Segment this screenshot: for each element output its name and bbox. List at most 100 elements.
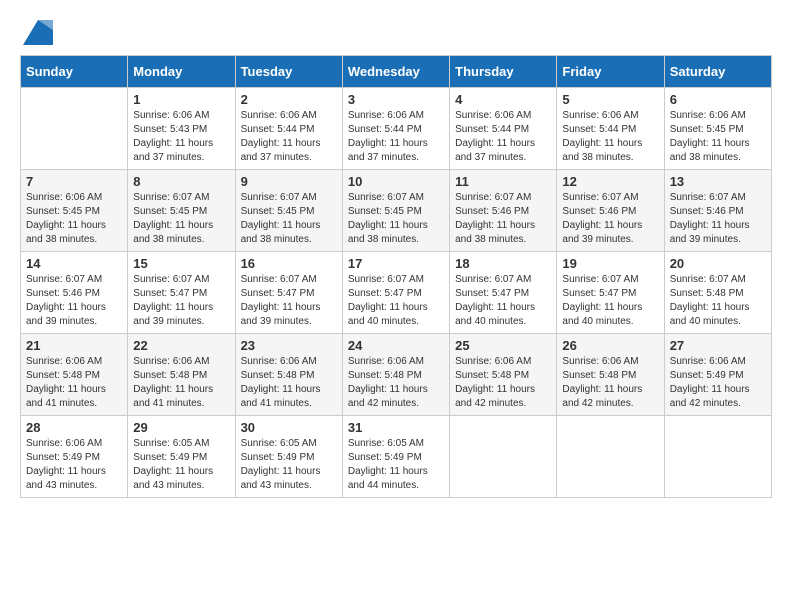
day-number: 8 — [133, 174, 229, 189]
day-number: 17 — [348, 256, 444, 271]
table-row: 22Sunrise: 6:06 AMSunset: 5:48 PMDayligh… — [128, 334, 235, 416]
day-number: 30 — [241, 420, 337, 435]
day-number: 13 — [670, 174, 766, 189]
day-number: 24 — [348, 338, 444, 353]
day-number: 9 — [241, 174, 337, 189]
day-info: Sunrise: 6:07 AMSunset: 5:47 PMDaylight:… — [455, 273, 551, 329]
day-info: Sunrise: 6:06 AMSunset: 5:48 PMDaylight:… — [455, 355, 551, 411]
day-info: Sunrise: 6:07 AMSunset: 5:45 PMDaylight:… — [133, 191, 229, 247]
table-row: 14Sunrise: 6:07 AMSunset: 5:46 PMDayligh… — [21, 252, 128, 334]
day-info: Sunrise: 6:05 AMSunset: 5:49 PMDaylight:… — [348, 437, 444, 493]
day-info: Sunrise: 6:07 AMSunset: 5:46 PMDaylight:… — [670, 191, 766, 247]
table-row — [21, 88, 128, 170]
table-row: 25 Sunrise: 6:06 AMSunset: 5:48 PMDayligh… — [450, 334, 557, 416]
logo — [20, 20, 53, 45]
table-row — [450, 416, 557, 498]
table-row: 19 Sunrise: 6:07 AMSunset: 5:47 PMDayligh… — [557, 252, 664, 334]
day-number: 23 — [241, 338, 337, 353]
day-number: 20 — [670, 256, 766, 271]
day-number: 7 — [26, 174, 122, 189]
day-info: Sunrise: 6:07 AMSunset: 5:46 PMDaylight:… — [562, 191, 658, 247]
day-number: 22 — [133, 338, 229, 353]
day-info: Sunrise: 6:06 AMSunset: 5:48 PMDaylight:… — [562, 355, 658, 411]
day-number: 19 — [562, 256, 658, 271]
day-number: 14 — [26, 256, 122, 271]
table-row: 1 Sunrise: 6:06 AMSunset: 5:43 PMDaylight… — [128, 88, 235, 170]
table-row: 10 Sunrise: 6:07 AMSunset: 5:45 PMDayligh… — [342, 170, 449, 252]
table-row: 16 Sunrise: 6:07 AMSunset: 5:47 PMDayligh… — [235, 252, 342, 334]
calendar-week-row: 1 Sunrise: 6:06 AMSunset: 5:43 PMDaylight… — [21, 88, 772, 170]
day-info: Sunrise: 6:07 AMSunset: 5:47 PMDaylight:… — [133, 273, 229, 329]
calendar-week-row: 14Sunrise: 6:07 AMSunset: 5:46 PMDayligh… — [21, 252, 772, 334]
day-info: Sunrise: 6:07 AMSunset: 5:47 PMDaylight:… — [562, 273, 658, 329]
table-row: 29Sunrise: 6:05 AMSunset: 5:49 PMDayligh… — [128, 416, 235, 498]
day-info: Sunrise: 6:06 AMSunset: 5:44 PMDaylight:… — [241, 109, 337, 165]
table-row: 11Sunrise: 6:07 AMSunset: 5:46 PMDayligh… — [450, 170, 557, 252]
day-info: Sunrise: 6:06 AMSunset: 5:44 PMDaylight:… — [348, 109, 444, 165]
table-row: 2Sunrise: 6:06 AMSunset: 5:44 PMDaylight… — [235, 88, 342, 170]
table-row: 4 Sunrise: 6:06 AMSunset: 5:44 PMDaylight… — [450, 88, 557, 170]
day-info: Sunrise: 6:06 AMSunset: 5:43 PMDaylight:… — [133, 109, 229, 165]
day-number: 10 — [348, 174, 444, 189]
day-info: Sunrise: 6:06 AMSunset: 5:49 PMDaylight:… — [26, 437, 122, 493]
table-row: 8 Sunrise: 6:07 AMSunset: 5:45 PMDaylight… — [128, 170, 235, 252]
day-number: 28 — [26, 420, 122, 435]
day-info: Sunrise: 6:07 AMSunset: 5:47 PMDaylight:… — [348, 273, 444, 329]
day-info: Sunrise: 6:06 AMSunset: 5:48 PMDaylight:… — [26, 355, 122, 411]
table-row: 21 Sunrise: 6:06 AMSunset: 5:48 PMDayligh… — [21, 334, 128, 416]
col-sunday: Sunday — [21, 56, 128, 88]
col-tuesday: Tuesday — [235, 56, 342, 88]
calendar-header-row: Sunday Monday Tuesday Wednesday Thursday… — [21, 56, 772, 88]
table-row: 7Sunrise: 6:06 AMSunset: 5:45 PMDaylight… — [21, 170, 128, 252]
table-row: 12 Sunrise: 6:07 AMSunset: 5:46 PMDayligh… — [557, 170, 664, 252]
day-info: Sunrise: 6:07 AMSunset: 5:45 PMDaylight:… — [241, 191, 337, 247]
table-row: 15Sunrise: 6:07 AMSunset: 5:47 PMDayligh… — [128, 252, 235, 334]
day-info: Sunrise: 6:06 AMSunset: 5:49 PMDaylight:… — [670, 355, 766, 411]
day-number: 18 — [455, 256, 551, 271]
day-number: 26 — [562, 338, 658, 353]
table-row: 13 Sunrise: 6:07 AMSunset: 5:46 PMDayligh… — [664, 170, 771, 252]
table-row: 23Sunrise: 6:06 AMSunset: 5:48 PMDayligh… — [235, 334, 342, 416]
calendar-week-row: 28 Sunrise: 6:06 AMSunset: 5:49 PMDayligh… — [21, 416, 772, 498]
day-number: 25 — [455, 338, 551, 353]
table-row: 17 Sunrise: 6:07 AMSunset: 5:47 PMDayligh… — [342, 252, 449, 334]
day-number: 11 — [455, 174, 551, 189]
table-row: 5 Sunrise: 6:06 AMSunset: 5:44 PMDaylight… — [557, 88, 664, 170]
day-info: Sunrise: 6:06 AMSunset: 5:44 PMDaylight:… — [562, 109, 658, 165]
col-saturday: Saturday — [664, 56, 771, 88]
day-info: Sunrise: 6:05 AMSunset: 5:49 PMDaylight:… — [133, 437, 229, 493]
calendar-table: Sunday Monday Tuesday Wednesday Thursday… — [20, 55, 772, 498]
table-row: 30 Sunrise: 6:05 AMSunset: 5:49 PMDayligh… — [235, 416, 342, 498]
col-thursday: Thursday — [450, 56, 557, 88]
table-row: 6Sunrise: 6:06 AMSunset: 5:45 PMDaylight… — [664, 88, 771, 170]
table-row: 9 Sunrise: 6:07 AMSunset: 5:45 PMDaylight… — [235, 170, 342, 252]
day-number: 12 — [562, 174, 658, 189]
day-number: 21 — [26, 338, 122, 353]
table-row: 20Sunrise: 6:07 AMSunset: 5:48 PMDayligh… — [664, 252, 771, 334]
day-number: 1 — [133, 92, 229, 107]
header — [20, 20, 772, 45]
col-friday: Friday — [557, 56, 664, 88]
logo-icon — [23, 20, 53, 45]
table-row: 24 Sunrise: 6:06 AMSunset: 5:48 PMDayligh… — [342, 334, 449, 416]
day-number: 6 — [670, 92, 766, 107]
day-info: Sunrise: 6:07 AMSunset: 5:45 PMDaylight:… — [348, 191, 444, 247]
day-number: 4 — [455, 92, 551, 107]
table-row: 31 Sunrise: 6:05 AMSunset: 5:49 PMDayligh… — [342, 416, 449, 498]
day-number: 3 — [348, 92, 444, 107]
day-info: Sunrise: 6:05 AMSunset: 5:49 PMDaylight:… — [241, 437, 337, 493]
col-monday: Monday — [128, 56, 235, 88]
day-number: 27 — [670, 338, 766, 353]
table-row: 27 Sunrise: 6:06 AMSunset: 5:49 PMDayligh… — [664, 334, 771, 416]
calendar-week-row: 7Sunrise: 6:06 AMSunset: 5:45 PMDaylight… — [21, 170, 772, 252]
table-row: 26 Sunrise: 6:06 AMSunset: 5:48 PMDayligh… — [557, 334, 664, 416]
day-info: Sunrise: 6:06 AMSunset: 5:44 PMDaylight:… — [455, 109, 551, 165]
day-number: 5 — [562, 92, 658, 107]
day-number: 31 — [348, 420, 444, 435]
day-info: Sunrise: 6:06 AMSunset: 5:48 PMDaylight:… — [348, 355, 444, 411]
calendar-week-row: 21 Sunrise: 6:06 AMSunset: 5:48 PMDayligh… — [21, 334, 772, 416]
table-row: 28 Sunrise: 6:06 AMSunset: 5:49 PMDayligh… — [21, 416, 128, 498]
day-number: 16 — [241, 256, 337, 271]
table-row — [664, 416, 771, 498]
day-info: Sunrise: 6:07 AMSunset: 5:47 PMDaylight:… — [241, 273, 337, 329]
